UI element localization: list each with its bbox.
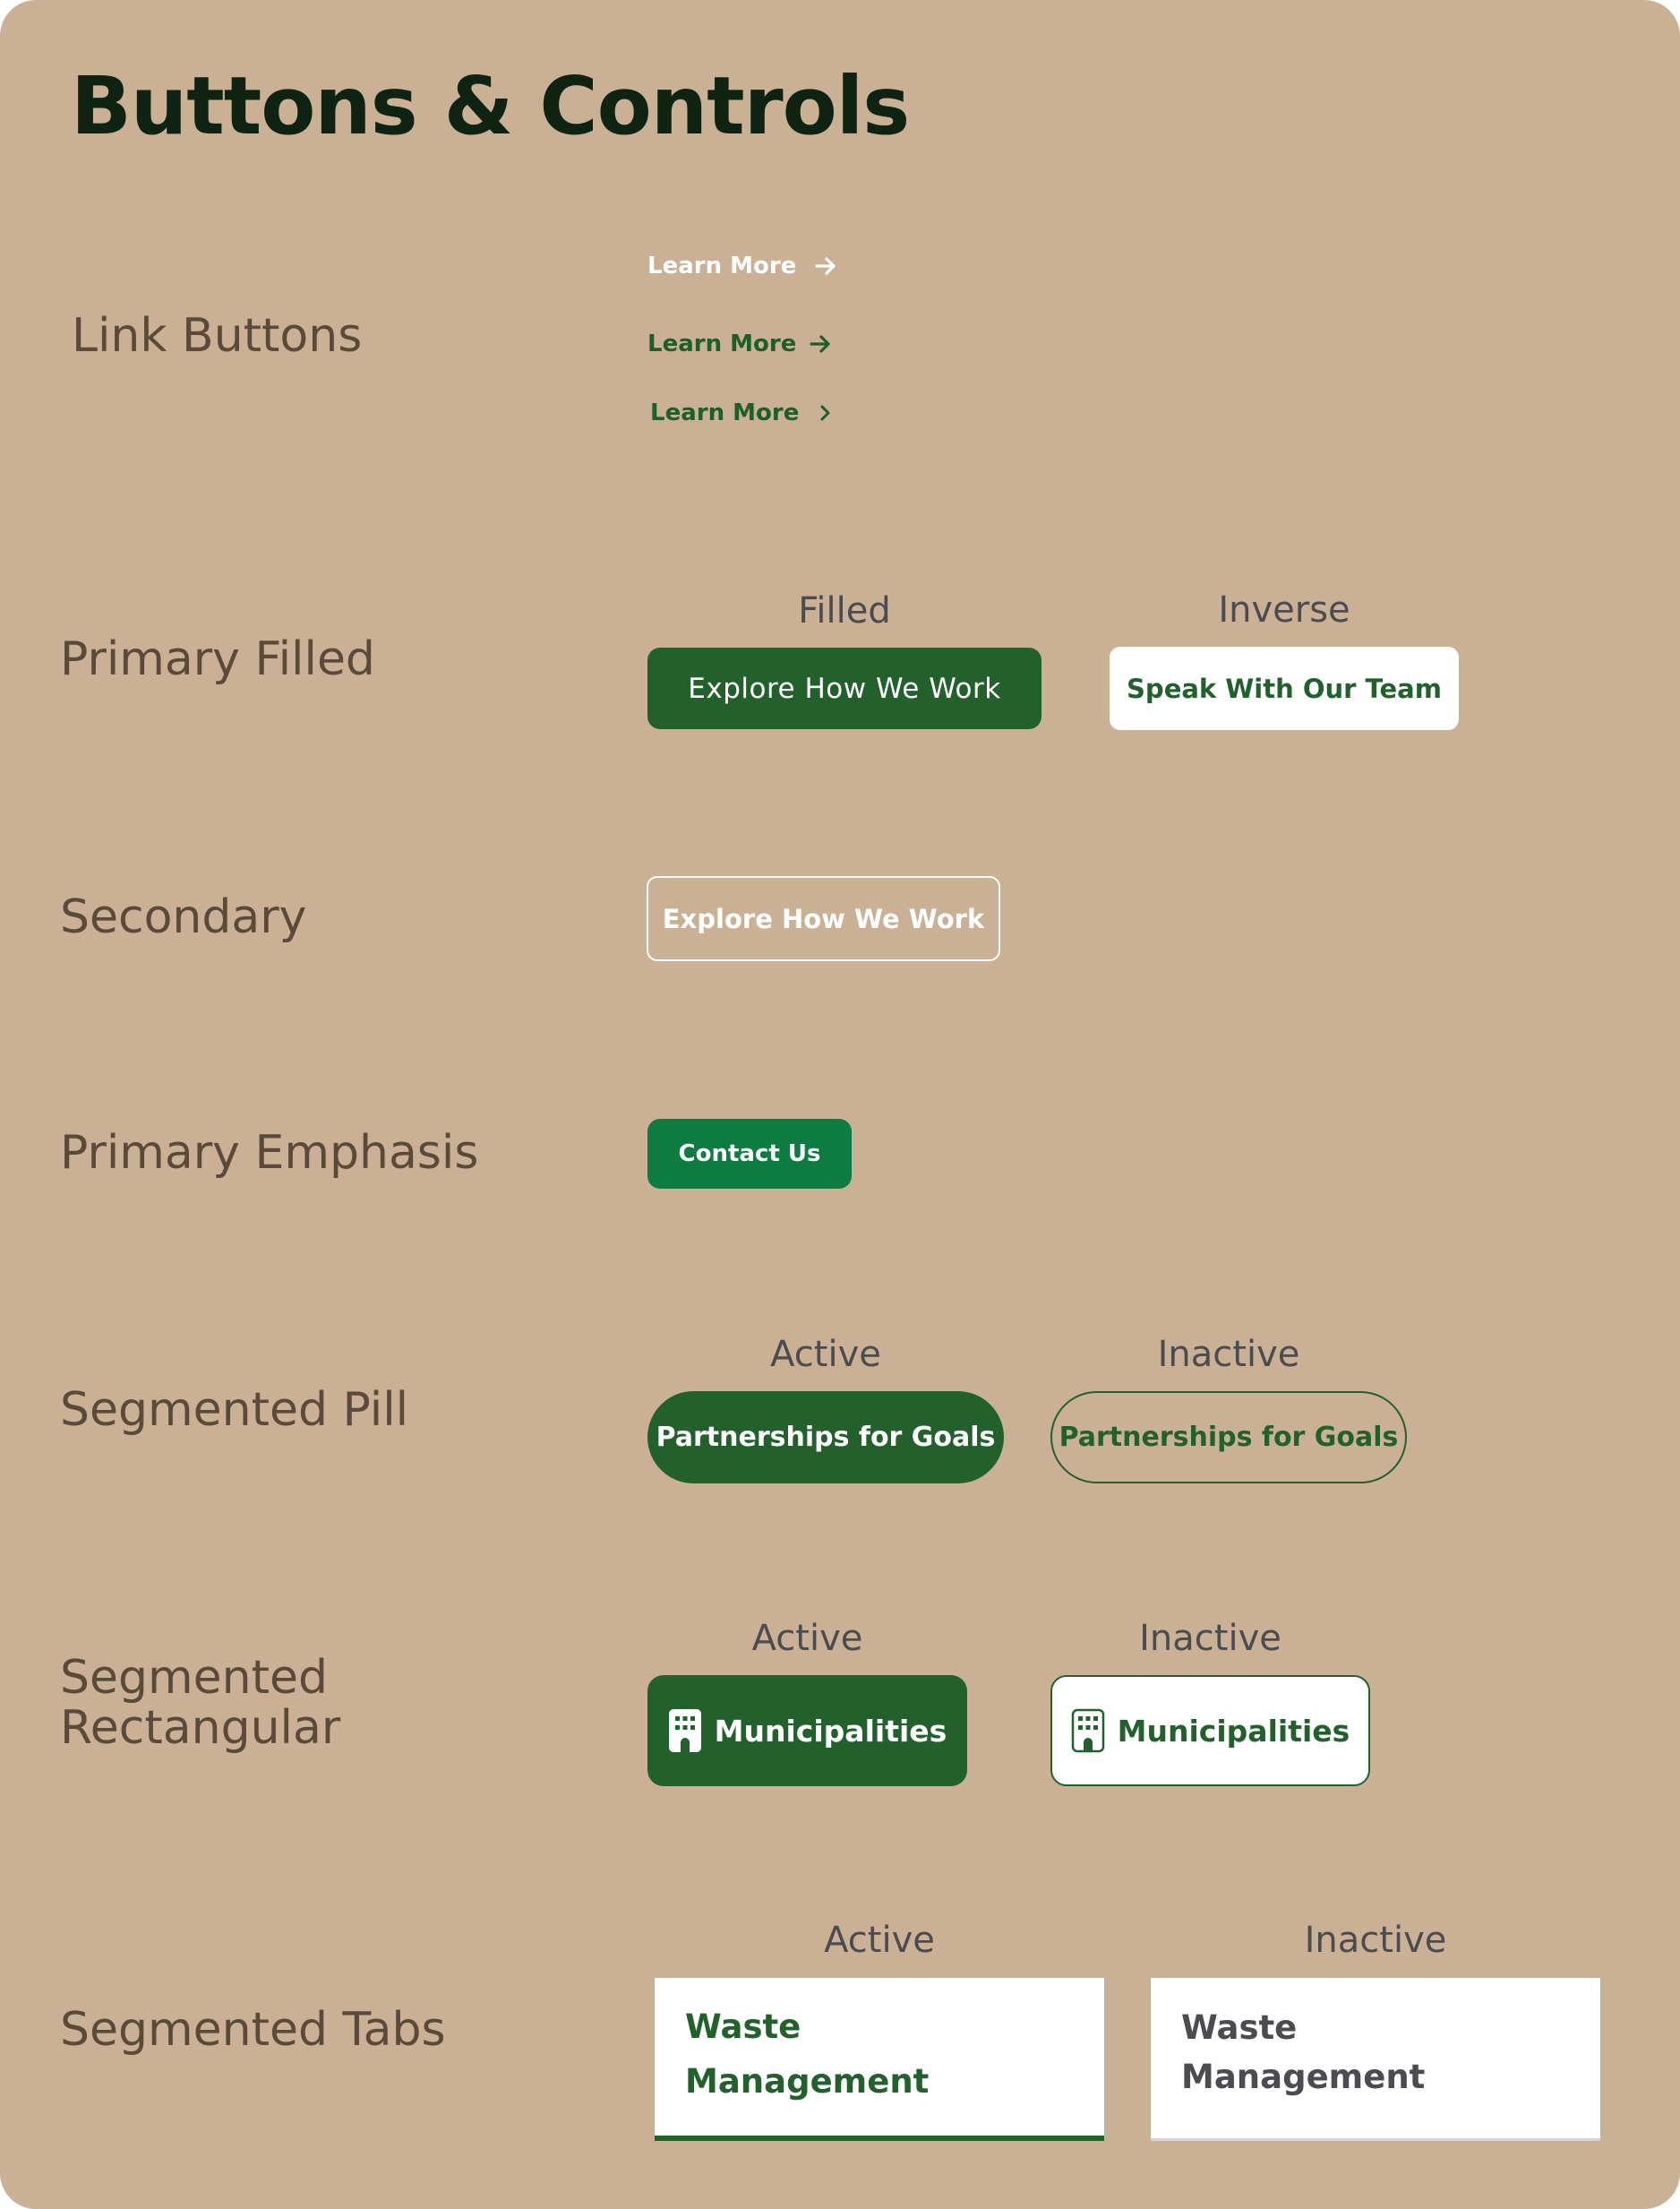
municipalities-label: Municipalities bbox=[1117, 1713, 1350, 1749]
municipalities-label: Municipalities bbox=[714, 1713, 947, 1749]
explore-how-we-work-secondary-button[interactable]: Explore How We Work bbox=[647, 876, 1000, 961]
tab-label: Waste Management bbox=[1181, 2008, 1426, 2096]
page-title: Buttons & Controls bbox=[71, 59, 910, 152]
state-label-inactive: Inactive bbox=[1157, 1334, 1300, 1375]
learn-more-link-text: Learn More bbox=[647, 253, 797, 279]
state-label-active: Active bbox=[751, 1618, 863, 1659]
primary-filled-label: Primary Filled bbox=[60, 632, 375, 686]
state-label-inverse: Inverse bbox=[1218, 589, 1350, 631]
building-icon bbox=[668, 1708, 702, 1753]
arrow-right-icon bbox=[809, 332, 832, 356]
state-label-filled: Filled bbox=[798, 590, 891, 632]
link-buttons-label: Link Buttons bbox=[72, 309, 363, 363]
tab-label: Waste Management bbox=[685, 2007, 930, 2101]
segmented-rectangular-label: Segmented Rectangular bbox=[60, 1651, 341, 1755]
tab-waste-management-active[interactable]: Waste Management bbox=[655, 1978, 1104, 2141]
segmented-tabs-label: Segmented Tabs bbox=[60, 2003, 446, 2057]
explore-how-we-work-button[interactable]: Explore How We Work bbox=[647, 648, 1041, 729]
partnerships-for-goals-pill-active[interactable]: Partnerships for Goals bbox=[647, 1391, 1004, 1483]
learn-more-link-light[interactable]: Learn More bbox=[647, 253, 837, 279]
tab-inactive-indicator bbox=[1151, 2138, 1600, 2141]
state-label-inactive: Inactive bbox=[1139, 1618, 1281, 1659]
primary-emphasis-label: Primary Emphasis bbox=[60, 1126, 479, 1180]
learn-more-link-text: Learn More bbox=[650, 400, 800, 426]
municipalities-button-inactive[interactable]: Municipalities bbox=[1050, 1675, 1370, 1786]
secondary-label: Secondary bbox=[60, 890, 307, 944]
building-icon bbox=[1071, 1708, 1105, 1753]
buttons-controls-page: Buttons & Controls Link Buttons Learn Mo… bbox=[0, 0, 1680, 2209]
tab-waste-management-inactive[interactable]: Waste Management bbox=[1151, 1978, 1600, 2141]
municipalities-button-active[interactable]: Municipalities bbox=[647, 1675, 967, 1786]
speak-with-our-team-button[interactable]: Speak With Our Team bbox=[1110, 647, 1459, 730]
learn-more-link-chevron[interactable]: Learn More bbox=[650, 400, 835, 426]
partnerships-for-goals-pill-inactive[interactable]: Partnerships for Goals bbox=[1050, 1391, 1407, 1483]
state-label-active: Active bbox=[824, 1920, 935, 1961]
contact-us-button[interactable]: Contact Us bbox=[647, 1119, 852, 1189]
segmented-pill-label: Segmented Pill bbox=[60, 1383, 409, 1437]
learn-more-link-green[interactable]: Learn More bbox=[647, 331, 832, 357]
chevron-right-icon bbox=[817, 403, 835, 423]
tab-active-indicator bbox=[655, 2136, 1104, 2141]
state-label-active: Active bbox=[770, 1334, 881, 1375]
arrow-right-icon bbox=[814, 254, 837, 278]
state-label-inactive: Inactive bbox=[1304, 1920, 1447, 1961]
learn-more-link-text: Learn More bbox=[647, 331, 797, 357]
